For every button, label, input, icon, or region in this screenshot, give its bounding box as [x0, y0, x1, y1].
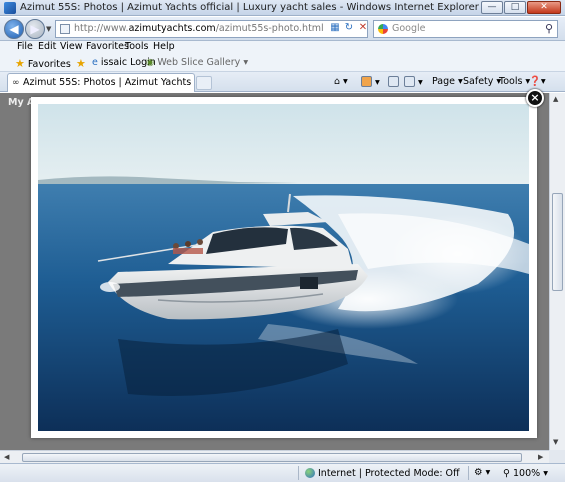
status-divider: [298, 466, 299, 480]
lightbox: [31, 97, 537, 438]
horizontal-scroll-thumb[interactable]: [22, 453, 522, 462]
print-icon: [404, 76, 415, 87]
ie-icon: [4, 2, 16, 14]
window-controls: — □ ✕: [481, 1, 561, 14]
security-zone[interactable]: Internet | Protected Mode: Off: [305, 468, 460, 479]
search-placeholder: Google: [392, 23, 426, 34]
back-button[interactable]: ◀: [4, 19, 24, 39]
rss-icon: [361, 76, 372, 87]
favorites-bar: ★ Favorites ★ e issaic Login ◉ Web Slice…: [0, 54, 565, 72]
scrollbar-corner: [549, 450, 565, 463]
tools-menu[interactable]: Tools ▾: [499, 76, 530, 87]
internet-zone-icon: [305, 468, 315, 478]
minimize-button[interactable]: —: [481, 1, 503, 14]
menu-view[interactable]: View: [60, 41, 83, 52]
scroll-right-arrow[interactable]: ▶: [538, 453, 543, 461]
refresh-icon[interactable]: ↻: [343, 22, 355, 34]
search-input[interactable]: Google ⚲: [373, 20, 558, 38]
safety-menu[interactable]: Safety ▾: [463, 76, 501, 87]
help-button[interactable]: ❓▾: [529, 76, 546, 87]
zoom-level[interactable]: ⚲ 100% ▾: [503, 468, 548, 479]
tab-row: ∞ Azimut 55S: Photos | Azimut Yachts off…: [0, 72, 565, 92]
window-title: Azimut 55S: Photos | Azimut Yachts offic…: [20, 2, 479, 13]
new-tab-button[interactable]: [196, 76, 212, 90]
url-text: http://www.azimutyachts.com/azimut55s-ph…: [74, 23, 324, 34]
search-icon[interactable]: ⚲: [545, 22, 553, 35]
protected-mode-button[interactable]: ⚙ ▾: [474, 467, 490, 478]
tab-page-icon: ∞: [12, 78, 20, 88]
menu-tools[interactable]: Tools: [125, 41, 148, 52]
yacht-photo-image: [38, 104, 529, 431]
title-bar: Azimut 55S: Photos | Azimut Yachts offic…: [0, 0, 565, 16]
yacht-photo: [38, 104, 529, 431]
forward-button[interactable]: ▶: [25, 19, 45, 39]
google-icon: [378, 24, 388, 34]
add-favorite-icon[interactable]: ★: [76, 57, 86, 70]
page-icon: [60, 24, 70, 34]
web-slice-icon: ◉: [146, 57, 155, 68]
menu-bar: File Edit View Favorites Tools Help: [0, 41, 565, 54]
horizontal-scrollbar[interactable]: ◀ ▶: [0, 450, 549, 463]
protected-mode-icon: ⚙: [474, 467, 483, 478]
menu-help[interactable]: Help: [153, 41, 175, 52]
vertical-scroll-thumb[interactable]: [552, 193, 563, 291]
scroll-up-arrow[interactable]: ▲: [553, 95, 558, 103]
address-input[interactable]: http://www.azimutyachts.com/azimut55s-ph…: [55, 20, 368, 38]
tab-active[interactable]: ∞ Azimut 55S: Photos | Azimut Yachts off…: [7, 73, 195, 92]
print-button[interactable]: ▾: [404, 76, 423, 88]
status-divider: [468, 466, 469, 480]
menu-file[interactable]: File: [17, 41, 33, 52]
mail-button[interactable]: [388, 76, 399, 88]
lightbox-close-button[interactable]: ×: [526, 89, 544, 107]
scroll-down-arrow[interactable]: ▼: [553, 438, 558, 446]
status-bar: Internet | Protected Mode: Off ⚙ ▾ ⚲ 100…: [0, 463, 565, 482]
compatibility-view-icon[interactable]: ▦: [329, 22, 341, 34]
stop-icon[interactable]: ✕: [357, 22, 369, 34]
address-row: ◀ ▶ ▼ http://www.azimutyachts.com/azimut…: [0, 17, 565, 41]
favorite-link-web-slice-gallery[interactable]: ◉ Web Slice Gallery ▾: [146, 57, 248, 68]
vertical-scrollbar[interactable]: ▲ ▼: [549, 93, 565, 450]
mail-icon: [388, 76, 399, 87]
home-button[interactable]: ⌂ ▾: [334, 76, 348, 87]
favorites-button[interactable]: ★ Favorites: [15, 57, 71, 70]
help-icon: ❓: [529, 76, 541, 87]
zoom-icon: ⚲: [503, 468, 510, 479]
feeds-button[interactable]: ▾: [361, 76, 380, 88]
page-menu[interactable]: Page ▾: [432, 76, 463, 87]
menu-edit[interactable]: Edit: [38, 41, 56, 52]
scroll-left-arrow[interactable]: ◀: [4, 453, 9, 461]
tab-label: Azimut 55S: Photos | Azimut Yachts offic…: [23, 77, 191, 88]
favorites-star-icon: ★: [15, 57, 25, 70]
link-icon: e: [92, 57, 98, 68]
recent-pages-dropdown[interactable]: ▼: [46, 25, 51, 33]
home-icon: ⌂: [334, 76, 341, 87]
menu-favorites[interactable]: Favorites: [86, 41, 129, 52]
maximize-button[interactable]: □: [504, 1, 526, 14]
close-window-button[interactable]: ✕: [527, 1, 561, 14]
